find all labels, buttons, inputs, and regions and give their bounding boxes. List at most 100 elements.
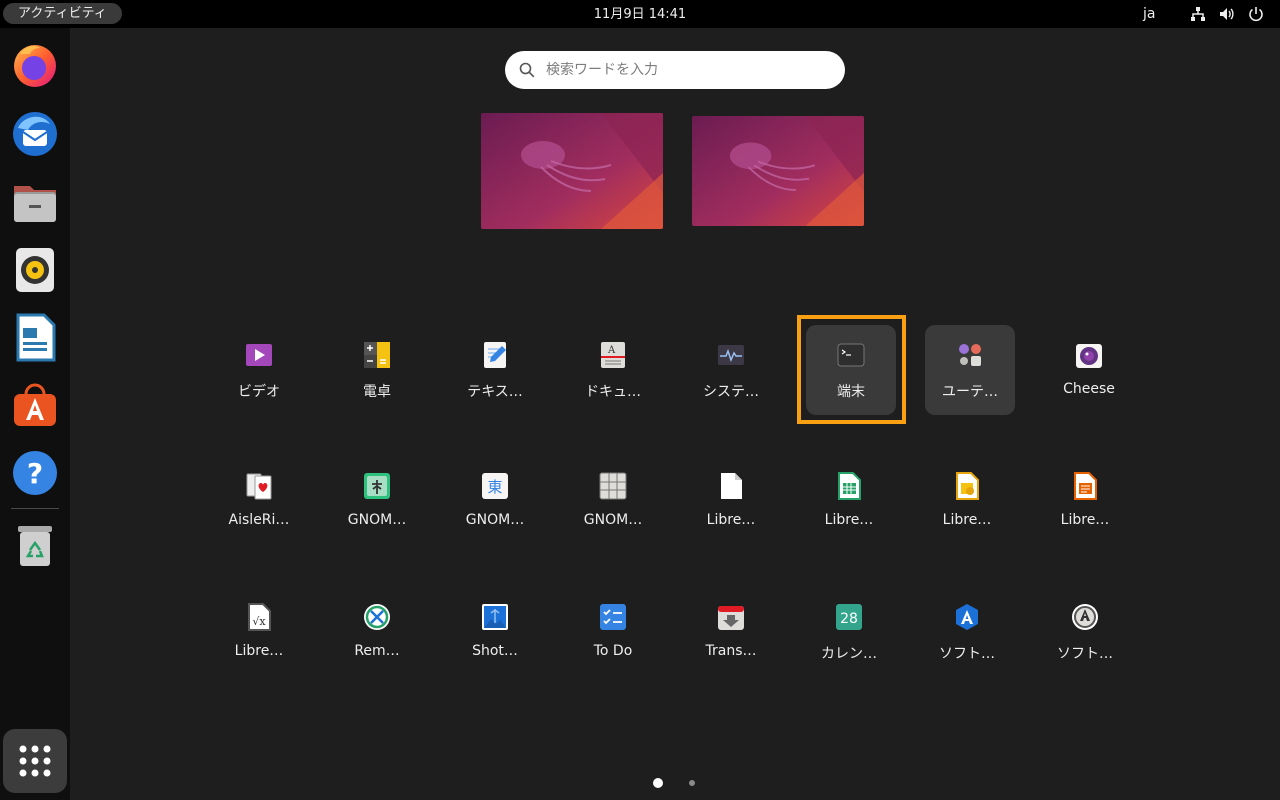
gnome-mines-icon: 東 [481, 472, 509, 500]
software-center-icon [953, 603, 981, 631]
top-bar: アクティビティ 11月9日 14:41 ja [0, 0, 1280, 28]
app-document-viewer[interactable]: A ドキュ… [568, 325, 658, 415]
app-gnome-mines[interactable]: 東 GNOM… [450, 456, 540, 546]
volume-icon[interactable] [1219, 6, 1235, 22]
mahjongg-char: 東 [487, 478, 502, 496]
app-label: Libre… [824, 512, 874, 528]
app-label: GNOM… [583, 512, 643, 528]
thunderbird-icon [13, 112, 57, 156]
dock-thunderbird[interactable] [10, 108, 60, 158]
page-indicator-1[interactable] [653, 778, 663, 788]
dock-firefox[interactable] [10, 40, 60, 90]
dock-help[interactable]: ? [10, 448, 60, 498]
libreoffice-impress-icon [1071, 472, 1099, 500]
app-shotwell[interactable]: Shot… [450, 587, 540, 677]
svg-text:√x: √x [252, 615, 266, 628]
shotwell-icon [481, 603, 509, 631]
app-label: Libre… [942, 512, 992, 528]
app-gnome-mahjongg[interactable]: GNOM… [332, 456, 422, 546]
search-input[interactable] [546, 51, 831, 89]
utilities-folder-icon [956, 341, 984, 369]
dock-files[interactable] [10, 176, 60, 226]
document-viewer-icon: A [599, 341, 627, 369]
calendar-icon: 28 [835, 603, 863, 631]
app-gnome-sudoku[interactable]: GNOM… [568, 456, 658, 546]
app-todo[interactable]: To Do [568, 587, 658, 677]
cheese-icon [1075, 341, 1103, 369]
app-utilities-folder[interactable]: ユーテ… [925, 325, 1015, 415]
app-label: Libre… [1060, 512, 1110, 528]
system-monitor-icon [717, 341, 745, 369]
svg-text:?: ? [27, 457, 43, 490]
dock-trash[interactable] [10, 520, 60, 570]
remmina-icon [363, 603, 391, 631]
app-calendar[interactable]: 28 カレン… [804, 587, 894, 677]
writer-icon [16, 313, 56, 362]
terminal-icon [837, 341, 865, 369]
app-label: Rem… [354, 643, 400, 659]
dock-ubuntu-software[interactable] [10, 380, 60, 430]
app-libreoffice-math[interactable]: √x Libre… [214, 587, 304, 677]
app-videos[interactable]: ビデオ [214, 325, 304, 415]
app-label: Cheese [1063, 381, 1115, 397]
app-label: ソフト… [1057, 646, 1113, 662]
app-label: Libre… [706, 512, 756, 528]
network-icon[interactable] [1190, 6, 1206, 22]
calendar-day: 28 [840, 611, 858, 627]
workspace-thumbnail-2[interactable] [692, 116, 864, 226]
app-transmission[interactable]: Trans… [686, 587, 776, 677]
app-label: テキス… [467, 384, 523, 400]
app-label: 端末 [837, 384, 865, 400]
app-software-center[interactable]: ソフト… [922, 587, 1012, 677]
app-terminal[interactable]: 端末 [806, 325, 896, 415]
firefox-icon [14, 45, 56, 87]
search-box [505, 51, 845, 89]
app-calculator[interactable]: 電卓 [332, 325, 422, 415]
app-label: ビデオ [238, 384, 280, 400]
rhythmbox-icon [16, 248, 54, 292]
libreoffice-icon [717, 472, 745, 500]
help-icon: ? [13, 451, 57, 495]
gnome-mahjongg-icon [363, 472, 391, 500]
trash-icon [18, 526, 52, 566]
app-software-updater[interactable]: ソフト… [1040, 587, 1130, 677]
software-icon [14, 383, 56, 426]
app-text-editor[interactable]: テキス… [450, 325, 540, 415]
app-cheese[interactable]: Cheese [1044, 325, 1134, 415]
app-label: 電卓 [363, 384, 391, 400]
workspace-thumbnail-1[interactable] [481, 113, 663, 229]
app-label: To Do [593, 643, 633, 659]
app-label: ドキュ… [585, 384, 641, 400]
app-label: GNOM… [465, 512, 525, 528]
clock-button[interactable]: 11月9日 14:41 [594, 7, 686, 22]
app-label: システ… [703, 384, 759, 400]
app-label: Libre… [234, 643, 284, 659]
page-indicator-2[interactable] [689, 780, 695, 786]
dock-rhythmbox[interactable] [10, 244, 60, 294]
app-libreoffice-impress[interactable]: Libre… [1040, 456, 1130, 546]
app-label: GNOM… [347, 512, 407, 528]
app-label: Shot… [472, 643, 518, 659]
dock-writer[interactable] [10, 312, 60, 362]
power-icon[interactable] [1248, 6, 1264, 22]
files-icon [14, 186, 56, 222]
app-aisleriot[interactable]: AisleRi… [214, 456, 304, 546]
search-icon [519, 62, 535, 78]
app-libreoffice-draw[interactable]: Libre… [922, 456, 1012, 546]
svg-text:A: A [607, 345, 616, 356]
app-label: Trans… [705, 643, 757, 659]
app-libreoffice[interactable]: Libre… [686, 456, 776, 546]
app-system-monitor[interactable]: システ… [686, 325, 776, 415]
show-applications-button[interactable] [3, 729, 67, 793]
app-label: AisleRi… [228, 512, 290, 528]
transmission-icon [717, 603, 745, 631]
software-updater-icon [1071, 603, 1099, 631]
activities-button[interactable]: アクティビティ [3, 3, 122, 24]
dock: ? [0, 28, 70, 800]
input-language-indicator[interactable]: ja [1143, 0, 1155, 29]
app-grid-icon [19, 745, 51, 777]
app-remmina[interactable]: Rem… [332, 587, 422, 677]
app-libreoffice-calc[interactable]: Libre… [804, 456, 894, 546]
libreoffice-draw-icon [953, 472, 981, 500]
app-label: ユーテ… [942, 384, 998, 400]
